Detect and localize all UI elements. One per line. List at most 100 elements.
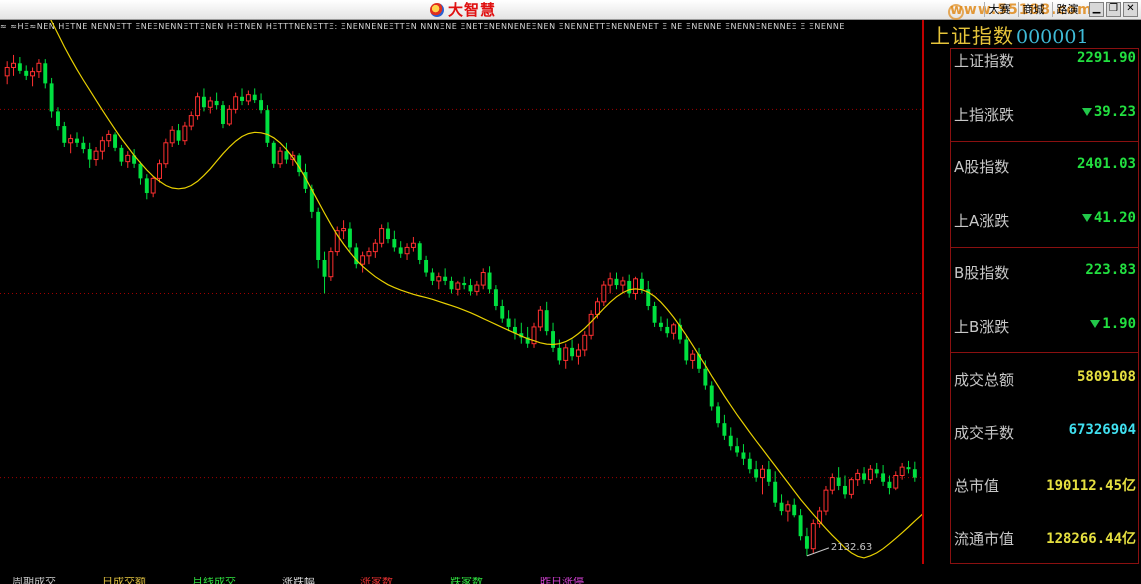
kline-svg: 2132.63 xyxy=(0,20,922,559)
candle xyxy=(468,278,473,296)
candle xyxy=(226,105,232,127)
candle xyxy=(773,471,778,507)
candle xyxy=(601,280,607,307)
candle xyxy=(722,414,727,440)
app-name: 大智慧 xyxy=(448,1,497,19)
candle xyxy=(188,111,194,131)
candle-body xyxy=(792,504,797,516)
mall-button[interactable]: 商城 xyxy=(1018,2,1048,17)
candle-body xyxy=(138,163,143,179)
candle-body xyxy=(277,150,283,165)
candle-body xyxy=(614,278,619,286)
candle-body xyxy=(506,318,511,327)
candle-body xyxy=(652,306,657,323)
index-kline-chart[interactable]: ≈ ≈ΗΞ≈ΝΕΝ ΗΞΤΝΕ ΝΕΝΝΞΤΤ ΞΝΕΞΝΕΝΝΞΤΤΞΝΕΝ … xyxy=(0,20,922,584)
indicator-tab[interactable]: 昨日涨停 xyxy=(540,577,584,584)
candle xyxy=(284,142,289,164)
restore-button[interactable]: ❐ xyxy=(1106,2,1121,17)
candle-body xyxy=(620,280,626,286)
candle-body xyxy=(379,228,385,244)
candle xyxy=(144,174,149,200)
stat-value: 67326904 xyxy=(1069,422,1136,438)
candle xyxy=(436,272,442,290)
candle xyxy=(747,452,752,474)
candle xyxy=(658,316,663,332)
candle xyxy=(627,274,632,298)
candle-body xyxy=(259,100,264,111)
stat-value-text: 2291.90 xyxy=(1076,50,1136,66)
candle xyxy=(277,146,283,168)
stat-value: 2401.03 xyxy=(1077,156,1136,172)
candle-body xyxy=(207,100,213,108)
stat-value: 41.20 xyxy=(1081,210,1136,226)
indicator-tab[interactable]: 涨跌幅 xyxy=(282,577,315,584)
candle-body xyxy=(265,110,270,143)
candle xyxy=(372,239,378,258)
contest-button[interactable]: 大赛 xyxy=(984,2,1014,17)
stat-label: 流通市值 xyxy=(954,530,1015,548)
candle-body xyxy=(480,272,486,286)
candle-body xyxy=(398,247,403,254)
candle-body xyxy=(862,473,867,480)
candle xyxy=(652,301,657,327)
candle-body xyxy=(182,125,188,142)
candle-body xyxy=(226,108,232,125)
candle xyxy=(614,272,619,290)
stat-value: 1.90 xyxy=(1090,316,1136,332)
stat-value-text: 39.23 xyxy=(1093,104,1136,120)
candle xyxy=(379,224,385,248)
candle-body xyxy=(271,142,276,164)
candle-body xyxy=(735,446,740,453)
candle xyxy=(754,460,759,482)
stat-row: 成交总额 5809108 xyxy=(954,369,1138,391)
stat-row: 成交手数 67326904 xyxy=(954,422,1138,444)
candle-body xyxy=(157,163,162,179)
indicator-tab[interactable]: 涨家数 xyxy=(360,577,393,584)
candle xyxy=(620,276,626,294)
roadshow-button[interactable]: 路演 xyxy=(1052,2,1082,17)
candle xyxy=(544,301,549,336)
stat-value: 223.83 xyxy=(1085,262,1136,278)
candle-body xyxy=(240,96,244,101)
stat-value: 2291.90 xyxy=(1077,50,1136,66)
candle-body xyxy=(386,228,390,240)
candle-body xyxy=(760,468,765,479)
stat-value-text: 41.20 xyxy=(1093,210,1136,226)
candle xyxy=(519,322,524,344)
candle xyxy=(99,136,105,160)
indicator-tab[interactable]: 跌家数 xyxy=(450,577,483,584)
candle-body xyxy=(798,515,803,537)
candle xyxy=(106,130,112,147)
candle-body xyxy=(404,246,410,255)
candle xyxy=(207,96,213,114)
candle-body xyxy=(582,334,588,351)
candle xyxy=(341,220,347,240)
indicator-tab[interactable]: 周期成交 xyxy=(12,577,56,584)
close-button[interactable]: ✕ xyxy=(1123,2,1138,17)
candle-body xyxy=(716,406,721,424)
candle xyxy=(24,65,29,81)
candle xyxy=(537,306,543,332)
candle xyxy=(817,506,823,528)
candle xyxy=(487,266,492,294)
minimize-button[interactable]: ▁ xyxy=(1089,2,1104,17)
candle xyxy=(887,475,892,495)
candle xyxy=(163,138,169,168)
candle xyxy=(867,465,873,484)
candle xyxy=(259,93,264,114)
candle-body xyxy=(690,353,696,361)
candle xyxy=(195,92,201,120)
indicator-tab[interactable]: 月线成交 xyxy=(192,577,236,584)
candle-body xyxy=(347,228,352,248)
indicator-tab[interactable]: 日成交额 xyxy=(102,577,146,584)
candle xyxy=(366,247,372,265)
down-arrow-icon xyxy=(1081,108,1092,116)
stat-row: B股指数 223.83 xyxy=(954,262,1138,284)
candle-body xyxy=(81,142,86,150)
candle-body xyxy=(341,228,347,232)
candle-body xyxy=(881,473,886,482)
candle-body xyxy=(493,289,498,307)
candle-body xyxy=(665,326,670,334)
candle xyxy=(132,149,137,168)
candle xyxy=(169,126,175,147)
